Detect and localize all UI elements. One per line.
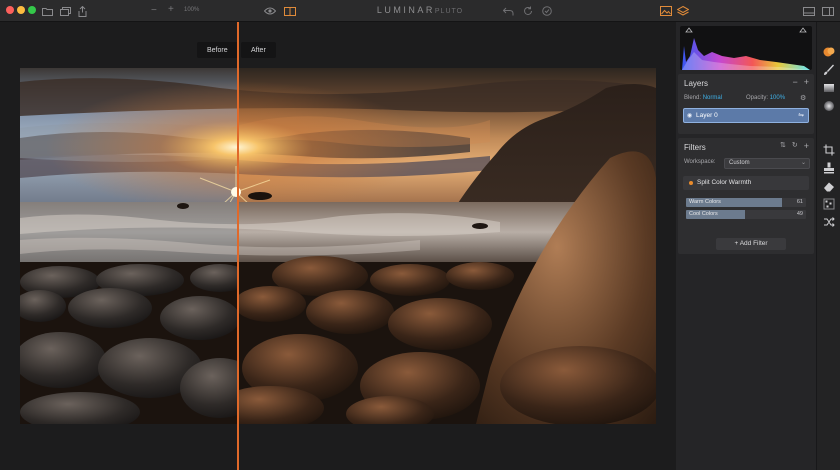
filters-add-button[interactable]: + <box>804 141 809 151</box>
filters-sort-icon[interactable]: ⇅ <box>780 141 786 151</box>
reset-icon[interactable] <box>523 5 533 17</box>
cool-colors-label: Cool Colors <box>689 211 718 217</box>
layers-actions: − + <box>792 77 809 87</box>
opacity-value[interactable]: 100% <box>770 95 785 101</box>
apply-check-icon[interactable] <box>542 5 552 17</box>
title-bar: − + 100% LUMINARPLUTO <box>0 0 840 22</box>
transform-icon[interactable] <box>823 216 835 228</box>
opacity-control[interactable]: Opacity: 100% <box>746 95 785 101</box>
workspace-select[interactable]: Custom ⌄ <box>724 158 810 169</box>
filmstrip-icon[interactable] <box>803 5 815 17</box>
undo-icon[interactable] <box>503 5 514 17</box>
histogram <box>680 26 812 70</box>
layer-adjust-icon[interactable]: ⇋ <box>798 111 804 119</box>
luminar-window: − + 100% LUMINARPLUTO Before After Layer… <box>0 0 840 470</box>
sidebar-toggle-icon[interactable] <box>822 5 834 17</box>
denoise-icon[interactable] <box>823 198 835 210</box>
image-canvas[interactable]: Before After <box>0 22 676 470</box>
blend-label: Blend: <box>684 95 702 101</box>
before-after-split-handle[interactable] <box>237 22 239 470</box>
chevron-down-icon: ⌄ <box>800 160 806 166</box>
remove-layer-button[interactable]: − <box>792 77 797 87</box>
add-layer-button[interactable]: + <box>804 77 809 87</box>
photo <box>20 68 656 424</box>
image-panel-icon[interactable] <box>660 5 672 17</box>
tool-strip <box>816 22 840 470</box>
blend-value[interactable]: Normal <box>703 95 722 101</box>
filter-active-dot <box>689 181 693 185</box>
app-title-main: LUMINAR <box>376 5 435 15</box>
eraser-icon[interactable] <box>823 180 835 192</box>
cool-colors-value: 49 <box>796 211 803 217</box>
layer-visibility-eye-icon[interactable]: ◉ <box>687 112 692 119</box>
presets-icon[interactable] <box>823 46 835 58</box>
warm-colors-value: 61 <box>796 199 803 205</box>
filters-refresh-icon[interactable]: ↻ <box>792 141 798 151</box>
after-button[interactable]: After <box>241 42 276 58</box>
filter-name: Split Color Warmth <box>697 179 752 186</box>
blend-mode[interactable]: Blend: Normal <box>684 95 722 101</box>
radial-mask-icon[interactable] <box>823 100 835 112</box>
app-title: LUMINARPLUTO <box>0 5 840 15</box>
filter-split-color-warmth[interactable]: Split Color Warmth <box>683 176 809 190</box>
brush-icon[interactable] <box>823 64 835 76</box>
filters-actions: ⇅ ↻ + <box>780 141 809 151</box>
layer-row[interactable]: ◉ Layer 0 ⇋ <box>683 108 809 123</box>
add-filter-button[interactable]: + Add Filter <box>716 238 786 250</box>
right-panel: Layers − + Blend: Normal Opacity: 100% ⚙… <box>676 22 816 470</box>
crop-icon[interactable] <box>823 144 835 156</box>
filters-panel: Filters ⇅ ↻ + Workspace: Custom ⌄ Split … <box>678 138 814 254</box>
workspace-label: Workspace: <box>684 159 716 165</box>
layers-title: Layers <box>684 79 709 88</box>
layers-panel-icon[interactable] <box>677 5 689 17</box>
cool-colors-slider[interactable]: Cool Colors 49 <box>686 210 806 219</box>
layer-name: Layer 0 <box>696 112 718 119</box>
warm-colors-slider[interactable]: Warm Colors 61 <box>686 198 806 207</box>
workspace-value: Custom <box>729 160 750 166</box>
app-title-sub: PLUTO <box>434 8 464 15</box>
filters-title: Filters <box>684 143 706 152</box>
warm-colors-label: Warm Colors <box>689 199 721 205</box>
layer-settings-gear-icon[interactable]: ⚙ <box>800 94 806 102</box>
clone-stamp-icon[interactable] <box>823 162 835 174</box>
before-button[interactable]: Before <box>197 42 238 58</box>
gradient-icon[interactable] <box>823 82 835 94</box>
layers-panel: Layers − + Blend: Normal Opacity: 100% ⚙… <box>678 74 814 134</box>
opacity-label: Opacity: <box>746 95 769 101</box>
